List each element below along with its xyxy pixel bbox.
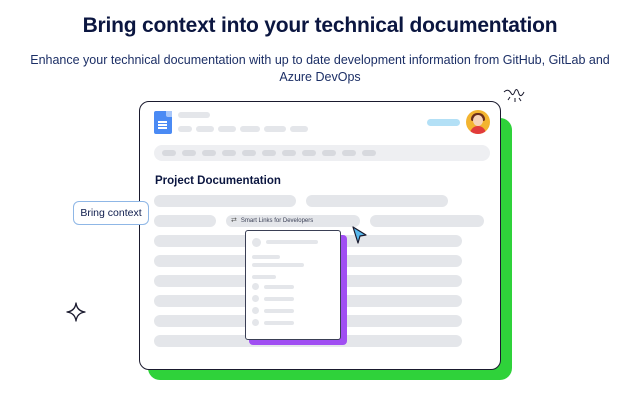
doc-name-placeholder	[178, 112, 210, 118]
text-line	[370, 215, 484, 227]
sparkle-icon	[66, 302, 86, 322]
menu-placeholder	[290, 126, 308, 132]
google-docs-icon	[154, 111, 172, 134]
menu-placeholder	[218, 126, 236, 132]
smart-link-label: Smart Links for Developers	[240, 218, 314, 224]
document-window: Project Documentation ⇄ Smart Links for D…	[139, 101, 501, 370]
menu-placeholder	[178, 126, 192, 132]
bring-context-callout: Bring context	[73, 201, 149, 225]
menu-placeholder	[240, 126, 260, 132]
smart-links-icon: ⇄	[231, 217, 237, 224]
mouse-cursor-icon	[352, 226, 367, 244]
smart-link-preview-card	[245, 230, 341, 340]
share-button[interactable]	[427, 119, 460, 126]
smart-link-chip[interactable]: ⇄ Smart Links for Developers	[226, 215, 360, 227]
user-avatar[interactable]	[466, 110, 490, 134]
document-title: Project Documentation	[155, 175, 281, 187]
scribble-decoration	[503, 89, 525, 102]
menu-placeholder	[196, 126, 214, 132]
menu-placeholder	[264, 126, 286, 132]
subheadline: Enhance your technical documentation wit…	[30, 53, 610, 84]
text-line	[306, 195, 448, 207]
text-line	[154, 215, 216, 227]
toolbar-placeholder	[154, 145, 490, 161]
headline: Bring context into your technical docume…	[82, 14, 558, 37]
text-line	[154, 195, 296, 207]
